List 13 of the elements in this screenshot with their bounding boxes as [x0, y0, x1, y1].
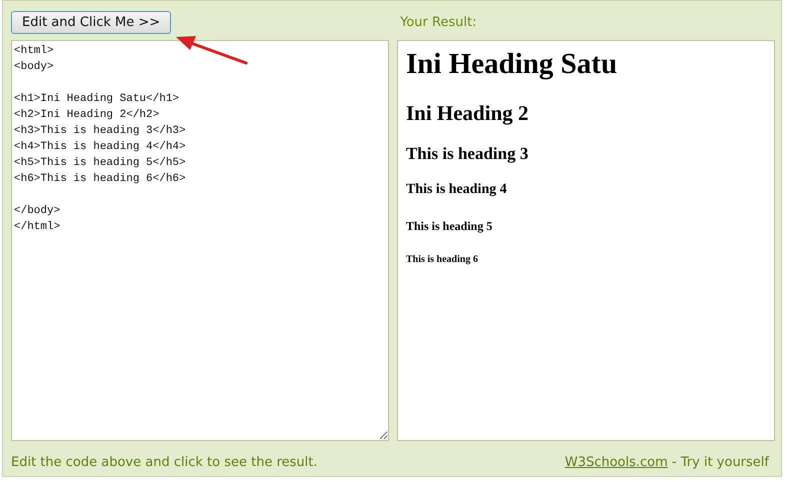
result-heading: This is heading 6 — [406, 254, 479, 266]
pointer-arrow — [176, 36, 248, 64]
w3schools-link[interactable]: W3Schools.com — [564, 455, 668, 470]
code-editor[interactable]: <html> <body> <h1>Ini Heading Satu</h1> <h2>Ini Heading 2</h2> <h3>This is heading 3</h3> <h4>This is heading 4</h4> <h5>This is heading 5</h5> <h6>This is heading 6</h6> </body> </html> — [11, 40, 389, 441]
result-heading: This is heading 3 — [406, 144, 530, 164]
tagline-text: - Try it yourself — [670, 455, 769, 470]
result-heading: Ini Heading 2 — [406, 100, 530, 126]
result-heading: This is heading 4 — [406, 182, 508, 200]
run-button[interactable]: Edit and Click Me >> — [11, 11, 172, 34]
result-label: Your Result: — [400, 14, 477, 32]
hint-text: Edit the code above and click to see the result. — [11, 454, 318, 472]
result-heading: This is heading 5 — [406, 219, 494, 234]
result-heading: Ini Heading Satu — [406, 47, 618, 82]
